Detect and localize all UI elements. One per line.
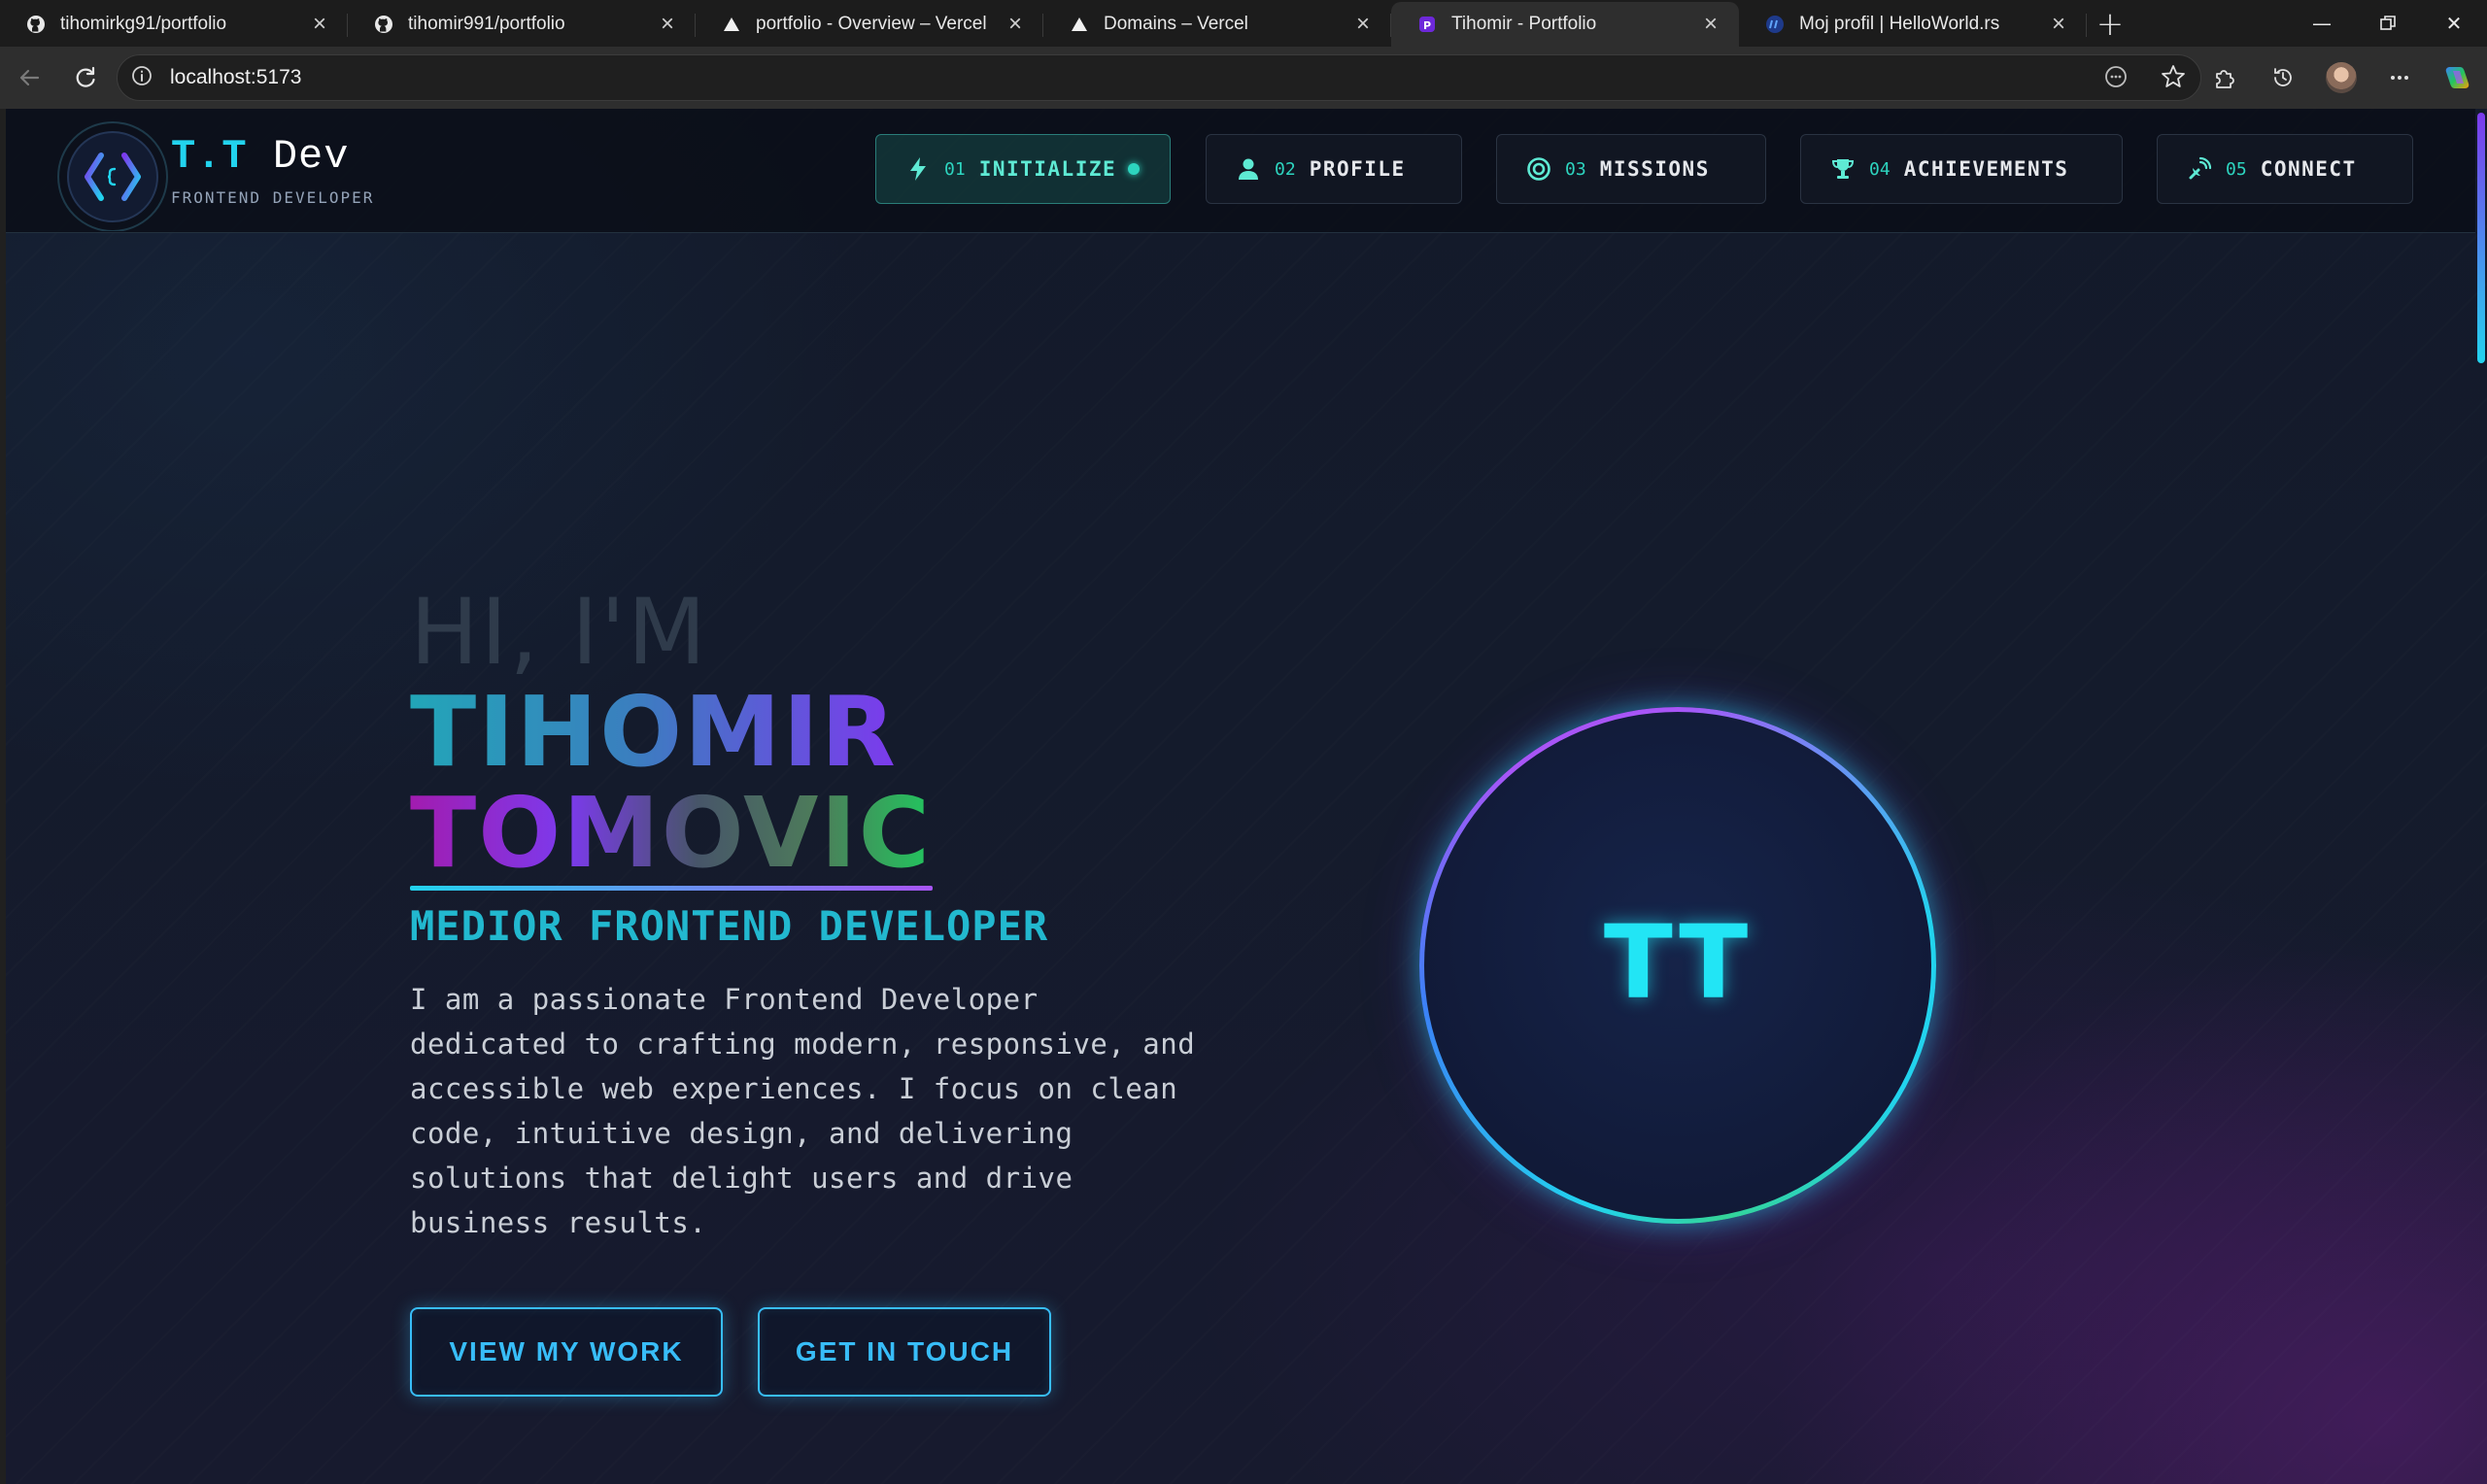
restore-icon[interactable] (2355, 0, 2421, 47)
scrollbar-thumb[interactable] (2477, 113, 2485, 363)
browser-tab[interactable]: Moj profil | HelloWorld.rs × (1739, 2, 2087, 47)
site-favicon: P (1416, 14, 1438, 35)
browser-tab-active[interactable]: P Tihomir - Portfolio × (1391, 2, 1739, 47)
nav-label: CONNECT (2260, 157, 2357, 181)
hero-last-name: TOMOVIC (410, 776, 933, 890)
github-icon (25, 14, 47, 35)
favorite-star-icon[interactable] (2160, 63, 2187, 94)
nav-number: 05 (2226, 158, 2247, 180)
nav-profile[interactable]: 02 PROFILE (1206, 134, 1462, 204)
code-brackets-icon (52, 115, 169, 232)
site-info-icon[interactable] (131, 65, 153, 90)
tab-title: portfolio - Overview – Vercel (756, 14, 987, 34)
site-logo[interactable]: T.T Dev FRONTEND DEVELOPER (52, 115, 375, 232)
view-my-work-button[interactable]: VIEW MY WORK (410, 1307, 723, 1397)
toolbar-icons (2196, 47, 2487, 109)
logo-dev: Dev (272, 132, 350, 180)
reading-mode-icon[interactable] (2103, 64, 2129, 93)
nav-label: MISSIONS (1599, 157, 1710, 181)
page-viewport: T.T Dev FRONTEND DEVELOPER 01 INITIALIZE… (6, 109, 2487, 1484)
page-scrollbar[interactable] (2475, 109, 2487, 1484)
close-icon[interactable]: × (307, 11, 332, 37)
bolt-icon (905, 156, 931, 182)
browser-tab[interactable]: tihomir991/portfolio × (348, 2, 696, 47)
browser-tab[interactable]: tihomirkg91/portfolio × (0, 2, 348, 47)
browser-toolbar: localhost:5173 (0, 47, 2487, 109)
avatar-circle: TT (1419, 707, 1936, 1224)
hero-greeting: HI, I'M (410, 580, 708, 686)
close-window-icon[interactable]: ✕ (2421, 0, 2487, 47)
reload-icon[interactable] (58, 51, 113, 105)
avatar-inner: TT (1424, 712, 1931, 1219)
user-icon (1236, 156, 1261, 182)
logo-initials: T.T (171, 132, 248, 180)
hero-bio: I am a passionate Frontend Developer ded… (410, 983, 1196, 1239)
tab-title: tihomirkg91/portfolio (60, 14, 227, 34)
hero-role: MEDIOR FRONTEND DEVELOPER (410, 902, 1049, 950)
trophy-icon (1830, 156, 1856, 182)
vercel-icon (721, 14, 742, 35)
nav-number: 03 (1565, 158, 1586, 180)
nav-number: 04 (1869, 158, 1891, 180)
extensions-icon[interactable] (2196, 47, 2254, 109)
nav-connect[interactable]: 05 CONNECT (2157, 134, 2413, 204)
history-icon[interactable] (2254, 47, 2312, 109)
profile-avatar[interactable] (2312, 47, 2370, 109)
close-icon[interactable]: × (2046, 11, 2071, 37)
close-icon[interactable]: × (1698, 11, 1723, 37)
new-tab-button[interactable]: + (2087, 2, 2133, 47)
avatar-initials: TT (1603, 903, 1753, 1022)
address-bar[interactable]: localhost:5173 (117, 54, 2201, 101)
tab-title: tihomir991/portfolio (408, 14, 565, 34)
nav-label: PROFILE (1309, 157, 1406, 181)
nav-number: 02 (1275, 158, 1296, 180)
tab-title: Domains – Vercel (1104, 14, 1248, 34)
copilot-icon[interactable] (2429, 47, 2487, 109)
window-controls: — ✕ (2289, 0, 2487, 47)
nav-label: ACHIEVEMENTS (1903, 157, 2069, 181)
nav-label: INITIALIZE (978, 157, 1117, 181)
hero-ctas: VIEW MY WORK GET IN TOUCH (410, 1307, 1284, 1397)
back-icon[interactable] (2, 51, 56, 105)
browser-tab-strip: tihomirkg91/portfolio × tihomir991/portf… (0, 0, 2487, 47)
nav-initialize[interactable]: 01 INITIALIZE (875, 134, 1171, 204)
target-icon (1526, 156, 1551, 182)
get-in-touch-button[interactable]: GET IN TOUCH (758, 1307, 1051, 1397)
close-icon[interactable]: × (1003, 11, 1028, 37)
nav-missions[interactable]: 03 MISSIONS (1496, 134, 1766, 204)
logo-subtitle: FRONTEND DEVELOPER (171, 187, 375, 207)
svg-text:P: P (1423, 19, 1431, 32)
more-menu-icon[interactable] (2370, 47, 2429, 109)
tab-title: Tihomir - Portfolio (1451, 14, 1597, 34)
minimize-icon[interactable]: — (2289, 0, 2355, 47)
hero-section: HI, I'M TIHOMIR TOMOVIC MEDIOR FRONTEND … (410, 585, 1284, 1397)
active-indicator (1128, 163, 1141, 175)
hero-first-name: TIHOMIR (410, 675, 898, 789)
nav-number: 01 (944, 158, 966, 180)
url-text: localhost:5173 (170, 66, 302, 88)
vercel-icon (1069, 14, 1090, 35)
satellite-icon (2187, 156, 2212, 182)
nav-achievements[interactable]: 04 ACHIEVEMENTS (1800, 134, 2123, 204)
close-icon[interactable]: × (1350, 11, 1376, 37)
site-header: T.T Dev FRONTEND DEVELOPER 01 INITIALIZE… (6, 109, 2475, 233)
tab-title: Moj profil | HelloWorld.rs (1799, 14, 2000, 34)
browser-tab[interactable]: portfolio - Overview – Vercel × (696, 2, 1043, 47)
github-icon (373, 14, 394, 35)
logo-name: T.T Dev (171, 134, 374, 179)
helloworld-icon (1764, 14, 1786, 35)
close-icon[interactable]: × (655, 11, 680, 37)
browser-tab[interactable]: Domains – Vercel × (1043, 2, 1391, 47)
